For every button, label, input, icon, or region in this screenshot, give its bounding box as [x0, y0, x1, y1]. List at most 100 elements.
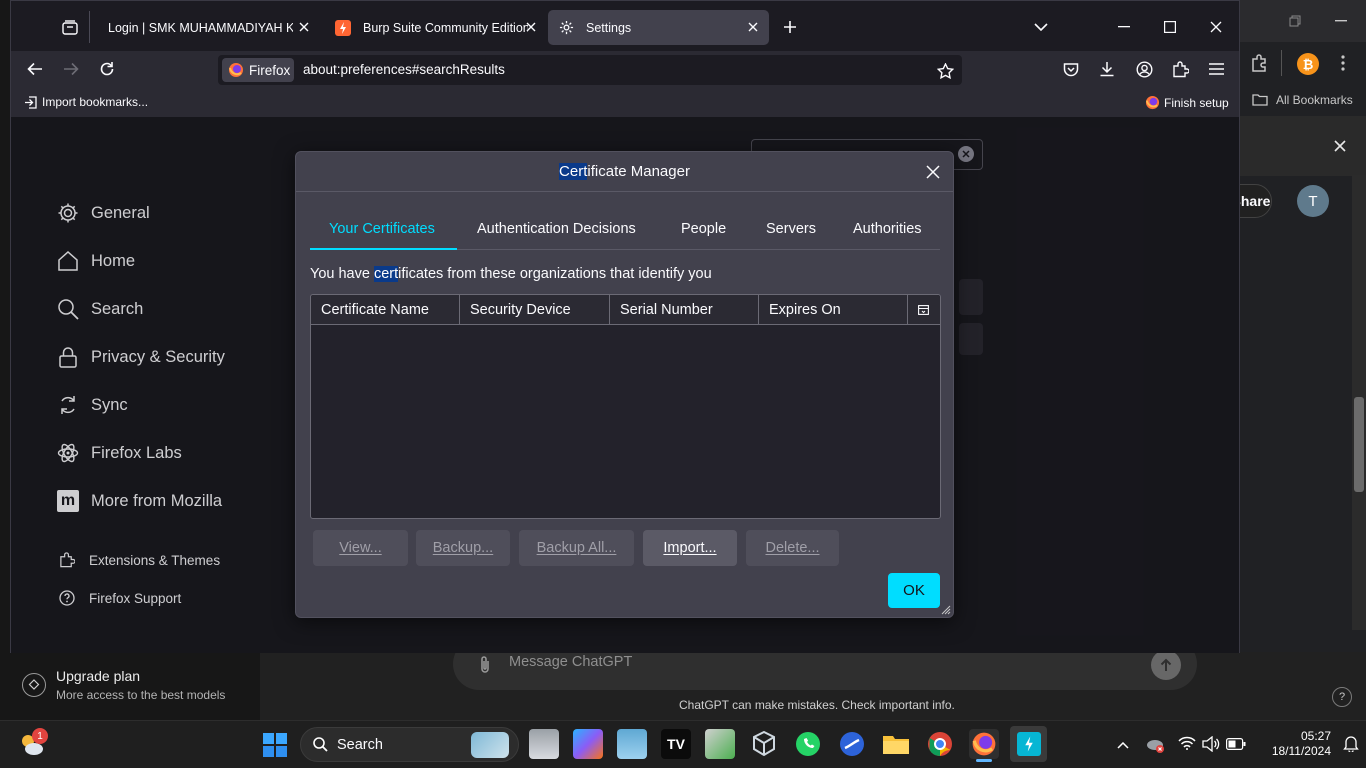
more-menu-icon[interactable]	[1332, 52, 1354, 74]
url-text[interactable]: about:preferences#searchResults	[303, 62, 505, 77]
tab-login[interactable]: Login | SMK MUHAMMADIYAH KUDUS	[98, 10, 320, 45]
finish-setup-button[interactable]: Finish setup	[1145, 95, 1229, 110]
tab-servers[interactable]: Servers	[766, 221, 816, 259]
burp-suite-taskbar-icon[interactable]	[1010, 726, 1047, 762]
minimize-dash-icon[interactable]	[1335, 20, 1347, 22]
column-picker-icon[interactable]	[915, 302, 931, 318]
attach-icon[interactable]	[475, 654, 495, 676]
bookmark-star-icon[interactable]	[935, 61, 955, 81]
dialog-close-icon[interactable]	[924, 163, 942, 181]
tab-close-icon[interactable]	[296, 19, 312, 35]
wifi-icon[interactable]	[1178, 736, 1198, 754]
search-icon	[313, 737, 328, 752]
tab-authorities[interactable]: Authorities	[853, 221, 922, 259]
folder-icon	[1252, 93, 1268, 106]
tab-your-certificates[interactable]: Your Certificates	[329, 221, 435, 259]
firefox-view-icon[interactable]	[60, 17, 80, 37]
import-bookmarks-label: Import bookmarks...	[42, 95, 149, 109]
title-search-highlight: Cert	[559, 163, 588, 180]
search-highlight-image	[471, 732, 509, 758]
back-arrow-icon[interactable]	[25, 59, 45, 79]
scrollbar[interactable]	[1352, 175, 1366, 630]
taskbar-search[interactable]: Search	[300, 727, 519, 762]
close-window-icon[interactable]	[1206, 17, 1226, 37]
list-tabs-chevron-down-icon[interactable]	[1031, 17, 1051, 37]
reload-icon[interactable]	[97, 59, 117, 79]
photos-app-icon[interactable]	[617, 729, 647, 759]
backup-all-button[interactable]: Backup All...	[519, 530, 634, 566]
view-button[interactable]: View...	[313, 530, 408, 566]
onedrive-error-icon[interactable]	[1146, 736, 1166, 754]
scrollbar-thumb[interactable]	[1354, 397, 1364, 492]
background-browser-window: ₿ All Bookmarks Share T	[1220, 0, 1366, 720]
forward-arrow-icon	[61, 59, 81, 79]
tray-chevron-up-icon[interactable]	[1113, 735, 1133, 755]
certificate-manager-dialog: Cert ificate Manager Your Certificates Au…	[295, 151, 954, 618]
desc-search-highlight: cert	[373, 266, 399, 282]
column-security-device[interactable]: Security Device	[460, 295, 610, 325]
upgrade-plan-label[interactable]: Upgrade plan	[56, 668, 140, 684]
battery-icon[interactable]	[1226, 738, 1246, 752]
ok-button[interactable]: OK	[888, 573, 940, 608]
separator	[1281, 50, 1282, 76]
file-explorer-icon[interactable]	[881, 729, 911, 759]
whatsapp-icon[interactable]	[793, 729, 823, 759]
identity-badge[interactable]: Firefox	[222, 58, 294, 82]
volume-icon[interactable]	[1202, 736, 1220, 754]
help-button[interactable]: ?	[1332, 687, 1352, 707]
tab-title: Login | SMK MUHAMMADIYAH KUDUS	[108, 20, 293, 35]
extensions-puzzle-icon[interactable]	[1246, 52, 1272, 74]
app-blue-circle-icon[interactable]	[837, 729, 867, 759]
send-button[interactable]	[1151, 650, 1181, 680]
windows-start-icon[interactable]	[263, 733, 287, 757]
virtualbox-cube-icon[interactable]	[749, 729, 779, 759]
account-icon[interactable]	[1134, 59, 1154, 79]
background-bookmarks-bar: All Bookmarks	[1240, 84, 1366, 116]
system-clock[interactable]: 05:27 18/11/2024	[1253, 729, 1331, 759]
downloads-icon[interactable]	[1097, 59, 1117, 79]
taskbar: 1 Search TV 05:27 18/11/2024	[0, 720, 1366, 768]
restore-icon[interactable]	[1288, 14, 1302, 28]
tab-authentication-decisions[interactable]: Authentication Decisions	[477, 221, 636, 259]
hamburger-menu-icon[interactable]	[1206, 59, 1226, 79]
column-expires-on[interactable]: Expires On	[759, 295, 908, 325]
minimize-icon[interactable]	[1114, 17, 1134, 37]
bitcoin-extension-icon[interactable]: ₿	[1297, 53, 1319, 75]
chrome-icon[interactable]	[925, 729, 955, 759]
notification-bell-icon[interactable]	[1343, 735, 1361, 753]
upgrade-icon	[22, 673, 46, 697]
notification-badge: 1	[32, 728, 48, 744]
clock-time: 05:27	[1300, 729, 1331, 743]
tab-people[interactable]: People	[681, 221, 726, 259]
task-view-icon[interactable]	[529, 729, 559, 759]
import-button[interactable]: Import...	[643, 530, 737, 566]
tab-settings[interactable]: Settings	[548, 10, 769, 45]
column-serial-number[interactable]: Serial Number	[610, 295, 759, 325]
resize-grip-icon[interactable]	[939, 603, 951, 615]
column-certificate-name[interactable]: Certificate Name	[311, 295, 460, 325]
url-bar[interactable]: Firefox about:preferences#searchResults	[218, 55, 962, 85]
weather-widget-icon[interactable]: 1	[18, 728, 48, 758]
backup-button[interactable]: Backup...	[416, 530, 510, 566]
avatar[interactable]: T	[1297, 185, 1329, 217]
delete-button[interactable]: Delete...	[746, 530, 839, 566]
import-icon	[24, 95, 37, 109]
tradingview-icon[interactable]: TV	[661, 729, 691, 759]
certificates-table[interactable]: Certificate Name Security Device Serial …	[310, 294, 941, 519]
tab-close-icon[interactable]	[523, 19, 539, 35]
tab-close-icon[interactable]	[745, 19, 761, 35]
certificates-description: You have certificates from these organiz…	[310, 266, 712, 282]
firefox-logo-icon	[228, 62, 244, 78]
import-bookmarks-button[interactable]: Import bookmarks...	[24, 95, 148, 109]
firefox-taskbar-icon[interactable]	[969, 729, 999, 762]
tab-burp-suite[interactable]: Burp Suite Community Edition	[325, 10, 547, 45]
file-transfer-icon[interactable]	[705, 729, 735, 759]
maximize-icon[interactable]	[1160, 17, 1180, 37]
all-bookmarks-label[interactable]: All Bookmarks	[1276, 93, 1353, 107]
pocket-icon[interactable]	[1061, 59, 1081, 79]
extensions-icon[interactable]	[1170, 59, 1190, 79]
close-icon[interactable]	[1332, 138, 1348, 154]
copilot-icon[interactable]	[573, 729, 603, 759]
new-tab-plus-icon[interactable]	[780, 17, 800, 37]
firefox-logo-icon	[1145, 95, 1160, 110]
